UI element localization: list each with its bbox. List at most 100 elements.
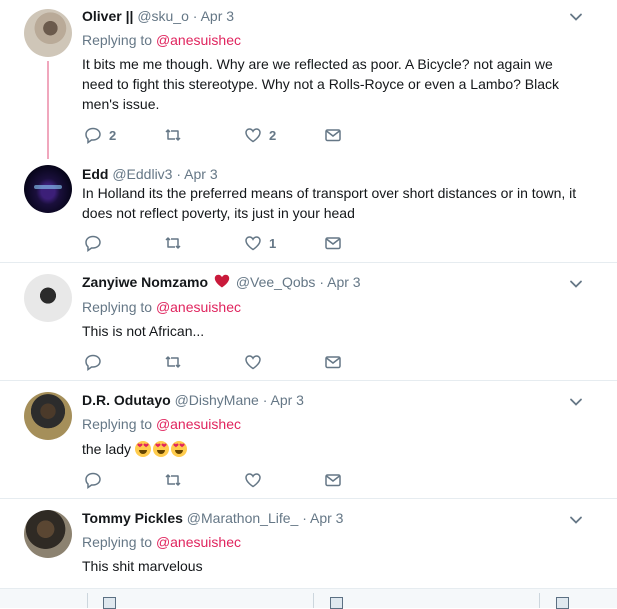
handle[interactable]: @Vee_Qobs [236, 274, 316, 290]
handle[interactable]: @DishyMane [175, 392, 259, 408]
divider [313, 593, 314, 608]
timestamp[interactable]: Apr 3 [201, 8, 234, 24]
dm-icon [325, 356, 341, 369]
divider [87, 593, 88, 608]
retweet-icon [165, 237, 181, 249]
display-name[interactable]: Oliver || [82, 8, 133, 24]
timestamp[interactable]: Apr 3 [184, 166, 217, 182]
retweet-button[interactable] [164, 470, 189, 490]
like-icon [245, 355, 261, 370]
reply-icon [85, 127, 101, 144]
like-count: 2 [269, 127, 277, 143]
like-count: 1 [269, 235, 277, 251]
divider [539, 593, 540, 608]
like-button[interactable]: 1 [244, 233, 276, 253]
tweet-text: the lady [82, 439, 587, 459]
direct-message-button[interactable] [324, 233, 342, 253]
reply-icon [85, 354, 101, 371]
tweet-actions [82, 470, 482, 490]
mention-link[interactable]: @anesuishec [156, 416, 241, 432]
tweet-header: Edd @Eddliv3 · Apr 3 [82, 166, 218, 182]
separator-dot: · [192, 8, 198, 24]
like-icon [245, 473, 261, 488]
tweet-text: In Holland its the preferred means of tr… [82, 185, 577, 221]
heart-emoji-icon [214, 274, 230, 288]
retweet-icon [165, 129, 181, 141]
tweet-tommy-pickles[interactable]: Tommy Pickles @Marathon_Life_ · Apr 3 Re… [0, 499, 617, 588]
timestamp[interactable]: Apr 3 [271, 392, 304, 408]
retweet-button[interactable] [164, 352, 189, 372]
heart-eyes-emoji [134, 441, 151, 457]
tweet-zanyiwe[interactable]: Zanyiwe Nomzamo @Vee_Qobs · Apr 3 Replyi… [0, 263, 617, 380]
direct-message-button[interactable] [324, 470, 342, 490]
tweet-edd[interactable]: Edd @Eddliv3 · Apr 3 In Holland its the … [0, 160, 617, 262]
tweet-actions: 1 [82, 233, 482, 253]
display-name[interactable]: Zanyiwe Nomzamo [82, 274, 208, 290]
display-name[interactable]: Edd [82, 166, 108, 182]
mention-link[interactable]: @anesuishec [156, 32, 241, 48]
timestamp[interactable]: Apr 3 [310, 510, 343, 526]
like-button[interactable]: 2 [244, 125, 276, 145]
avatar[interactable] [24, 9, 72, 57]
taskbar-strip [0, 588, 617, 609]
chevron-down-icon[interactable] [568, 394, 584, 410]
avatar[interactable] [24, 165, 72, 213]
dm-icon [325, 129, 341, 142]
avatar[interactable] [24, 274, 72, 322]
thread-line [47, 61, 49, 159]
tweet-header: D.R. Odutayo @DishyMane · Apr 3 [82, 392, 304, 408]
tweet-actions [82, 352, 482, 372]
direct-message-button[interactable] [324, 352, 342, 372]
reply-button[interactable] [84, 352, 109, 372]
reply-icon [85, 472, 101, 489]
tweet-text: It bits me me though. Why are we reflect… [82, 56, 560, 112]
retweet-button[interactable] [164, 125, 189, 145]
avatar[interactable] [24, 510, 72, 558]
display-name[interactable]: D.R. Odutayo [82, 392, 171, 408]
display-name[interactable]: Tommy Pickles [82, 510, 183, 526]
separator-dot: · [262, 392, 268, 408]
window-thumbnail-icon[interactable] [330, 597, 343, 609]
chevron-down-icon[interactable] [568, 9, 584, 25]
tweet-dr-odutayo[interactable]: D.R. Odutayo @DishyMane · Apr 3 Replying… [0, 381, 617, 498]
chevron-down-icon[interactable] [568, 512, 584, 528]
reply-button[interactable] [84, 233, 109, 253]
handle[interactable]: @Marathon_Life_ [187, 510, 299, 526]
separator-dot: · [302, 510, 307, 526]
retweet-button[interactable] [164, 233, 189, 253]
reply-button[interactable] [84, 470, 109, 490]
window-thumbnail-icon[interactable] [103, 597, 116, 609]
retweet-icon [165, 356, 181, 368]
replying-to: Replying to @anesuishec [82, 534, 241, 550]
reply-count: 2 [109, 127, 117, 143]
mention-link[interactable]: @anesuishec [156, 299, 241, 315]
tweet-text-body: the lady [82, 441, 132, 457]
tweet-header: Tommy Pickles @Marathon_Life_ · Apr 3 [82, 510, 343, 526]
dm-icon [325, 237, 341, 250]
dm-icon [325, 474, 341, 487]
reply-button[interactable]: 2 [84, 125, 116, 145]
like-icon [245, 128, 261, 143]
replying-to: Replying to @anesuishec [82, 32, 241, 48]
retweet-icon [165, 474, 181, 486]
mention-link[interactable]: @anesuishec [156, 534, 241, 550]
heart-eyes-emoji [170, 441, 187, 457]
chevron-down-icon[interactable] [568, 276, 584, 292]
window-thumbnail-icon[interactable] [556, 597, 569, 609]
heart-eyes-emoji [152, 441, 169, 457]
tweet-text: This shit marvelous [82, 558, 203, 574]
timestamp[interactable]: Apr 3 [327, 274, 360, 290]
separator-dot: · [319, 274, 324, 290]
handle[interactable]: @Eddliv3 [112, 166, 172, 182]
like-button[interactable] [244, 470, 269, 490]
avatar[interactable] [24, 392, 72, 440]
direct-message-button[interactable] [324, 125, 342, 145]
tweet-text: This is not African... [82, 323, 205, 339]
tweet-actions: 2 2 [82, 125, 482, 145]
tweet-header: Oliver || @sku_o · Apr 3 [82, 8, 234, 24]
like-button[interactable] [244, 352, 269, 372]
handle[interactable]: @sku_o [137, 8, 189, 24]
tweet-oliver[interactable]: Oliver || @sku_o · Apr 3 Replying to @an… [0, 0, 617, 160]
tweet-header: Zanyiwe Nomzamo @Vee_Qobs · Apr 3 [82, 274, 361, 290]
separator-dot: · [176, 166, 182, 182]
